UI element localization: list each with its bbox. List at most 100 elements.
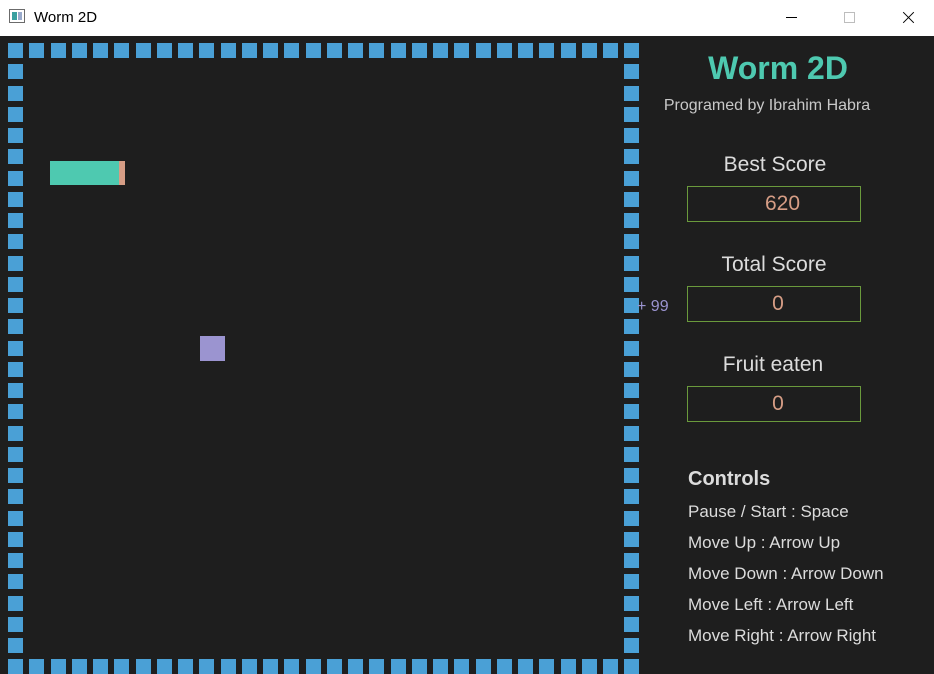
border-block [582, 43, 597, 58]
border-block [624, 489, 639, 504]
border-block [624, 468, 639, 483]
border-block [51, 43, 66, 58]
border-block [8, 426, 23, 441]
border-block [8, 404, 23, 419]
fruit-eaten-box: 0 [687, 386, 861, 422]
total-score-label: Total Score [721, 253, 827, 276]
border-block [8, 511, 23, 526]
worm-body [50, 161, 119, 185]
border-block [221, 659, 236, 674]
border-block [8, 617, 23, 632]
border-block [518, 43, 533, 58]
border-block [8, 86, 23, 101]
border-block [476, 659, 491, 674]
border-block [539, 43, 554, 58]
border-block [624, 341, 639, 356]
border-block [157, 659, 172, 674]
game-title: Worm 2D [708, 50, 848, 86]
control-move-up: Move Up : Arrow Up [688, 533, 841, 552]
best-score-value: 620 [764, 192, 801, 215]
border-block [8, 192, 23, 207]
border-block [8, 383, 23, 398]
border-block [306, 659, 321, 674]
window-title: Worm 2D [34, 9, 98, 26]
maximize-button[interactable] [820, 0, 878, 36]
border-block [327, 659, 342, 674]
border-block [8, 468, 23, 483]
border-block [51, 659, 66, 674]
border-block [114, 43, 129, 58]
border-block [454, 43, 469, 58]
border-block [136, 659, 151, 674]
total-score-value: 0 [772, 292, 784, 315]
border-block [561, 43, 576, 58]
border-block [29, 659, 44, 674]
best-score-label: Best Score [723, 153, 827, 176]
border-block [454, 659, 469, 674]
border-block [199, 659, 214, 674]
border-block [114, 659, 129, 674]
border-block [8, 234, 23, 249]
border-block [624, 596, 639, 611]
border-block [412, 43, 427, 58]
border-block [8, 213, 23, 228]
border-block [624, 617, 639, 632]
credit-text: Programed by Ibrahim Habra [663, 97, 871, 114]
border-block [603, 659, 618, 674]
border-block [8, 149, 23, 164]
minimize-button[interactable] [762, 0, 820, 36]
border-block [624, 574, 639, 589]
border-block [539, 659, 554, 674]
border-block [8, 298, 23, 313]
control-move-left: Move Left : Arrow Left [688, 595, 854, 614]
border-block [391, 659, 406, 674]
border-block [8, 319, 23, 334]
border-block [178, 43, 193, 58]
border-block [263, 43, 278, 58]
game-board[interactable] [0, 36, 639, 674]
border-block [8, 596, 23, 611]
border-block [306, 43, 321, 58]
fruit-eaten-value: 0 [772, 392, 784, 415]
border-block [603, 43, 618, 58]
border-block [624, 171, 639, 186]
border-block [8, 574, 23, 589]
border-block [8, 553, 23, 568]
border-block [8, 277, 23, 292]
border-block [624, 638, 639, 653]
border-block [8, 532, 23, 547]
border-block [348, 43, 363, 58]
border-block [8, 638, 23, 653]
border-block [136, 43, 151, 58]
border-block [327, 43, 342, 58]
border-block [624, 362, 639, 377]
border-block [284, 659, 299, 674]
close-button[interactable] [878, 0, 934, 36]
border-block [476, 43, 491, 58]
border-block [369, 43, 384, 58]
border-block [433, 43, 448, 58]
border-block [8, 489, 23, 504]
border-block [497, 43, 512, 58]
border-block [624, 319, 639, 334]
control-pause: Pause / Start : Space [688, 502, 849, 521]
border-block [8, 171, 23, 186]
border-block [518, 659, 533, 674]
border-block [624, 383, 639, 398]
border-block [624, 532, 639, 547]
border-block [199, 43, 214, 58]
border-block [624, 277, 639, 292]
border-block [624, 426, 639, 441]
border-block [624, 256, 639, 271]
border-block [93, 43, 108, 58]
border-block [433, 659, 448, 674]
border-block [72, 43, 87, 58]
border-block [624, 149, 639, 164]
border-block [624, 404, 639, 419]
border-block [178, 659, 193, 674]
border-block [624, 659, 639, 674]
border-block [8, 64, 23, 79]
border-block [8, 659, 23, 674]
border-block [624, 128, 639, 143]
border-block [369, 659, 384, 674]
